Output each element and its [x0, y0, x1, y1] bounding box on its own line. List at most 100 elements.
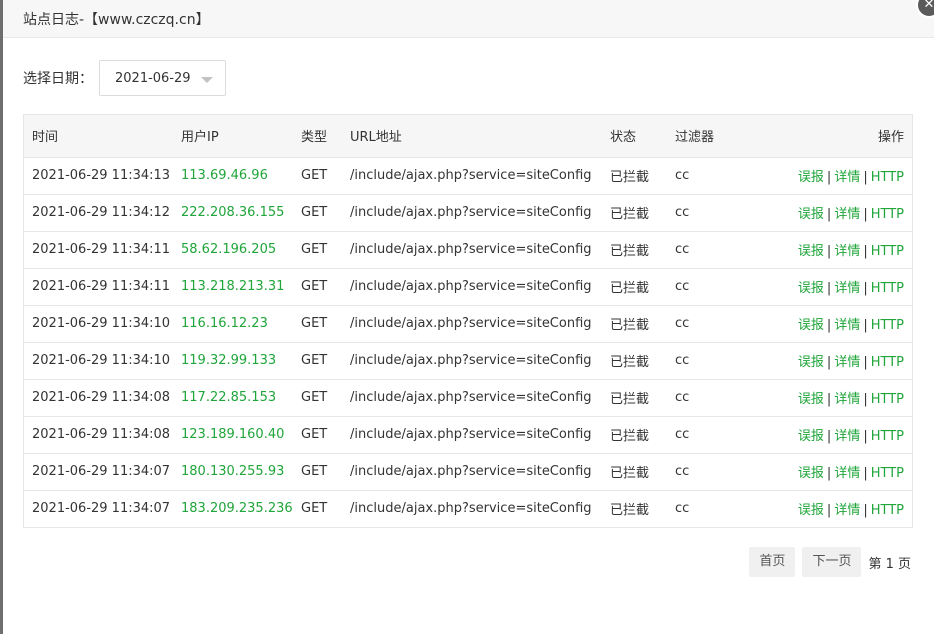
- column-header-url: URL地址: [350, 130, 402, 146]
- log-ops-cell: 误报 | 详情 | HTTP: [747, 342, 912, 379]
- table-header-row: 时间 用户IP 类型 URL地址 状态 过滤器 操作: [24, 115, 912, 157]
- http-link[interactable]: HTTP: [871, 503, 904, 518]
- report-false-positive-link[interactable]: 误报: [798, 244, 824, 259]
- detail-link[interactable]: 详情: [834, 392, 860, 407]
- log-url-cell: /include/ajax.php?service=siteConfig: [350, 353, 592, 368]
- table-row: 2021-06-29 11:34:11 58.62.196.205 GET/incl…: [24, 231, 912, 268]
- detail-link[interactable]: 详情: [834, 281, 860, 296]
- ops-separator: |: [863, 207, 868, 222]
- http-link[interactable]: HTTP: [871, 244, 904, 259]
- http-link[interactable]: HTTP: [871, 281, 904, 296]
- log-status-cell: 已拦截: [610, 207, 650, 222]
- dialog-header: 站点日志-【www.czczq.cn】: [3, 0, 934, 38]
- log-time-cell: 2021-06-29 11:34:07: [32, 464, 171, 479]
- current-page-label: 第 1 页: [868, 556, 911, 572]
- ops-separator: |: [863, 318, 868, 333]
- detail-link[interactable]: 详情: [834, 244, 860, 259]
- log-url-cell: /include/ajax.php?service=siteConfig: [350, 501, 592, 517]
- log-ip-cell: 117.22.85.153: [181, 390, 277, 405]
- column-header-status: 状态: [610, 130, 637, 146]
- table-row: 2021-06-29 11:34:07 183.209.235.236 GET/in…: [24, 490, 912, 527]
- table-row: 2021-06-29 11:34:10 119.32.99.133 GET/incl…: [24, 342, 912, 379]
- http-link[interactable]: HTTP: [871, 318, 904, 333]
- report-false-positive-link[interactable]: 误报: [798, 170, 824, 185]
- log-ip-cell: 123.189.160.40: [181, 427, 285, 442]
- log-ip-cell: 113.218.213.31: [181, 279, 285, 294]
- log-url-cell: /include/ajax.php?service=siteConfig: [350, 242, 592, 257]
- log-ops-cell: 误报 | 详情 | HTTP: [747, 379, 912, 416]
- log-ip-cell: 180.130.255.93: [181, 464, 285, 479]
- log-ops-cell: 误报 | 详情 | HTTP: [747, 268, 912, 305]
- http-link[interactable]: HTTP: [871, 429, 904, 444]
- log-method-cell: GET: [301, 316, 328, 331]
- table-row: 2021-06-29 11:34:07 180.130.255.93 GET/inc…: [24, 453, 912, 490]
- table-row: 2021-06-29 11:34:13 113.69.46.96 GET/inclu…: [24, 157, 912, 194]
- detail-link[interactable]: 详情: [834, 355, 860, 370]
- detail-link[interactable]: 详情: [834, 503, 860, 518]
- site-log-dialog: 站点日志-【www.czczq.cn】 选择日期： 2021-06-29 时间 …: [3, 0, 934, 634]
- ops-separator: |: [863, 244, 868, 259]
- log-method-cell: GET: [301, 390, 328, 405]
- log-filter-cell: cc: [675, 279, 690, 294]
- http-link[interactable]: HTTP: [871, 170, 904, 185]
- log-time-cell: 2021-06-29 11:34:10: [32, 353, 171, 368]
- log-filter-cell: cc: [675, 205, 690, 220]
- ops-separator: |: [826, 466, 832, 481]
- log-method-cell: GET: [301, 464, 328, 479]
- log-status-cell: 已拦截: [610, 466, 650, 481]
- ops-separator: |: [863, 392, 868, 407]
- pagination: 首页 下一页 第 1 页: [742, 547, 911, 577]
- http-link[interactable]: HTTP: [871, 392, 904, 407]
- detail-link[interactable]: 详情: [834, 429, 860, 444]
- log-method-cell: GET: [301, 205, 328, 220]
- detail-link[interactable]: 详情: [834, 170, 860, 185]
- log-method-cell: GET: [301, 353, 328, 368]
- date-select[interactable]: 2021-06-29: [99, 60, 226, 96]
- date-filter: 选择日期： 2021-06-29: [23, 59, 226, 97]
- http-link[interactable]: HTTP: [871, 466, 904, 481]
- table-row: 2021-06-29 11:34:08 117.22.85.153 GET/incl…: [24, 379, 912, 416]
- ops-separator: |: [826, 392, 832, 407]
- log-time-cell: 2021-06-29 11:34:12: [32, 205, 171, 220]
- http-link[interactable]: HTTP: [871, 355, 904, 370]
- log-status-cell: 已拦截: [610, 503, 650, 519]
- ops-separator: |: [826, 503, 832, 519]
- ops-separator: |: [863, 466, 868, 481]
- report-false-positive-link[interactable]: 误报: [798, 503, 824, 518]
- log-ip-cell: 119.32.99.133: [181, 353, 277, 368]
- report-false-positive-link[interactable]: 误报: [798, 429, 824, 444]
- ops-separator: |: [826, 170, 832, 185]
- column-header-time: 时间: [32, 130, 59, 146]
- detail-link[interactable]: 详情: [834, 318, 860, 333]
- log-ip-cell: 58.62.196.205: [181, 242, 277, 257]
- report-false-positive-link[interactable]: 误报: [798, 318, 824, 333]
- report-false-positive-link[interactable]: 误报: [798, 281, 824, 296]
- first-page-button[interactable]: 首页: [749, 547, 796, 577]
- log-ops-cell: 误报 | 详情 | HTTP: [747, 157, 912, 194]
- detail-link[interactable]: 详情: [834, 466, 860, 481]
- report-false-positive-link[interactable]: 误报: [798, 392, 824, 407]
- report-false-positive-link[interactable]: 误报: [798, 207, 824, 222]
- next-page-button[interactable]: 下一页: [802, 547, 862, 577]
- log-status-cell: 已拦截: [610, 281, 650, 296]
- detail-link[interactable]: 详情: [834, 207, 860, 222]
- http-link[interactable]: HTTP: [871, 207, 904, 222]
- log-url-cell: /include/ajax.php?service=siteConfig: [350, 316, 592, 331]
- log-url-cell: /include/ajax.php?service=siteConfig: [350, 279, 592, 294]
- ops-separator: |: [863, 355, 868, 370]
- report-false-positive-link[interactable]: 误报: [798, 466, 824, 481]
- log-url-cell: /include/ajax.php?service=siteConfig: [350, 205, 592, 220]
- log-ops-cell: 误报 | 详情 | HTTP: [747, 305, 912, 342]
- log-ops-cell: 误报 | 详情 | HTTP: [747, 194, 912, 231]
- log-ip-cell: 183.209.235.236: [181, 501, 293, 517]
- column-header-type: 类型: [301, 130, 328, 146]
- ops-separator: |: [863, 170, 868, 185]
- log-filter-cell: cc: [675, 168, 690, 183]
- ops-separator: |: [863, 503, 868, 519]
- log-status-cell: 已拦截: [610, 355, 650, 370]
- log-ops-cell: 误报 | 详情 | HTTP: [747, 416, 912, 453]
- report-false-positive-link[interactable]: 误报: [798, 355, 824, 370]
- log-ip-cell: 116.16.12.23: [181, 316, 268, 331]
- table-row: 2021-06-29 11:34:08 123.189.160.40 GET/inc…: [24, 416, 912, 453]
- log-method-cell: GET: [301, 242, 328, 257]
